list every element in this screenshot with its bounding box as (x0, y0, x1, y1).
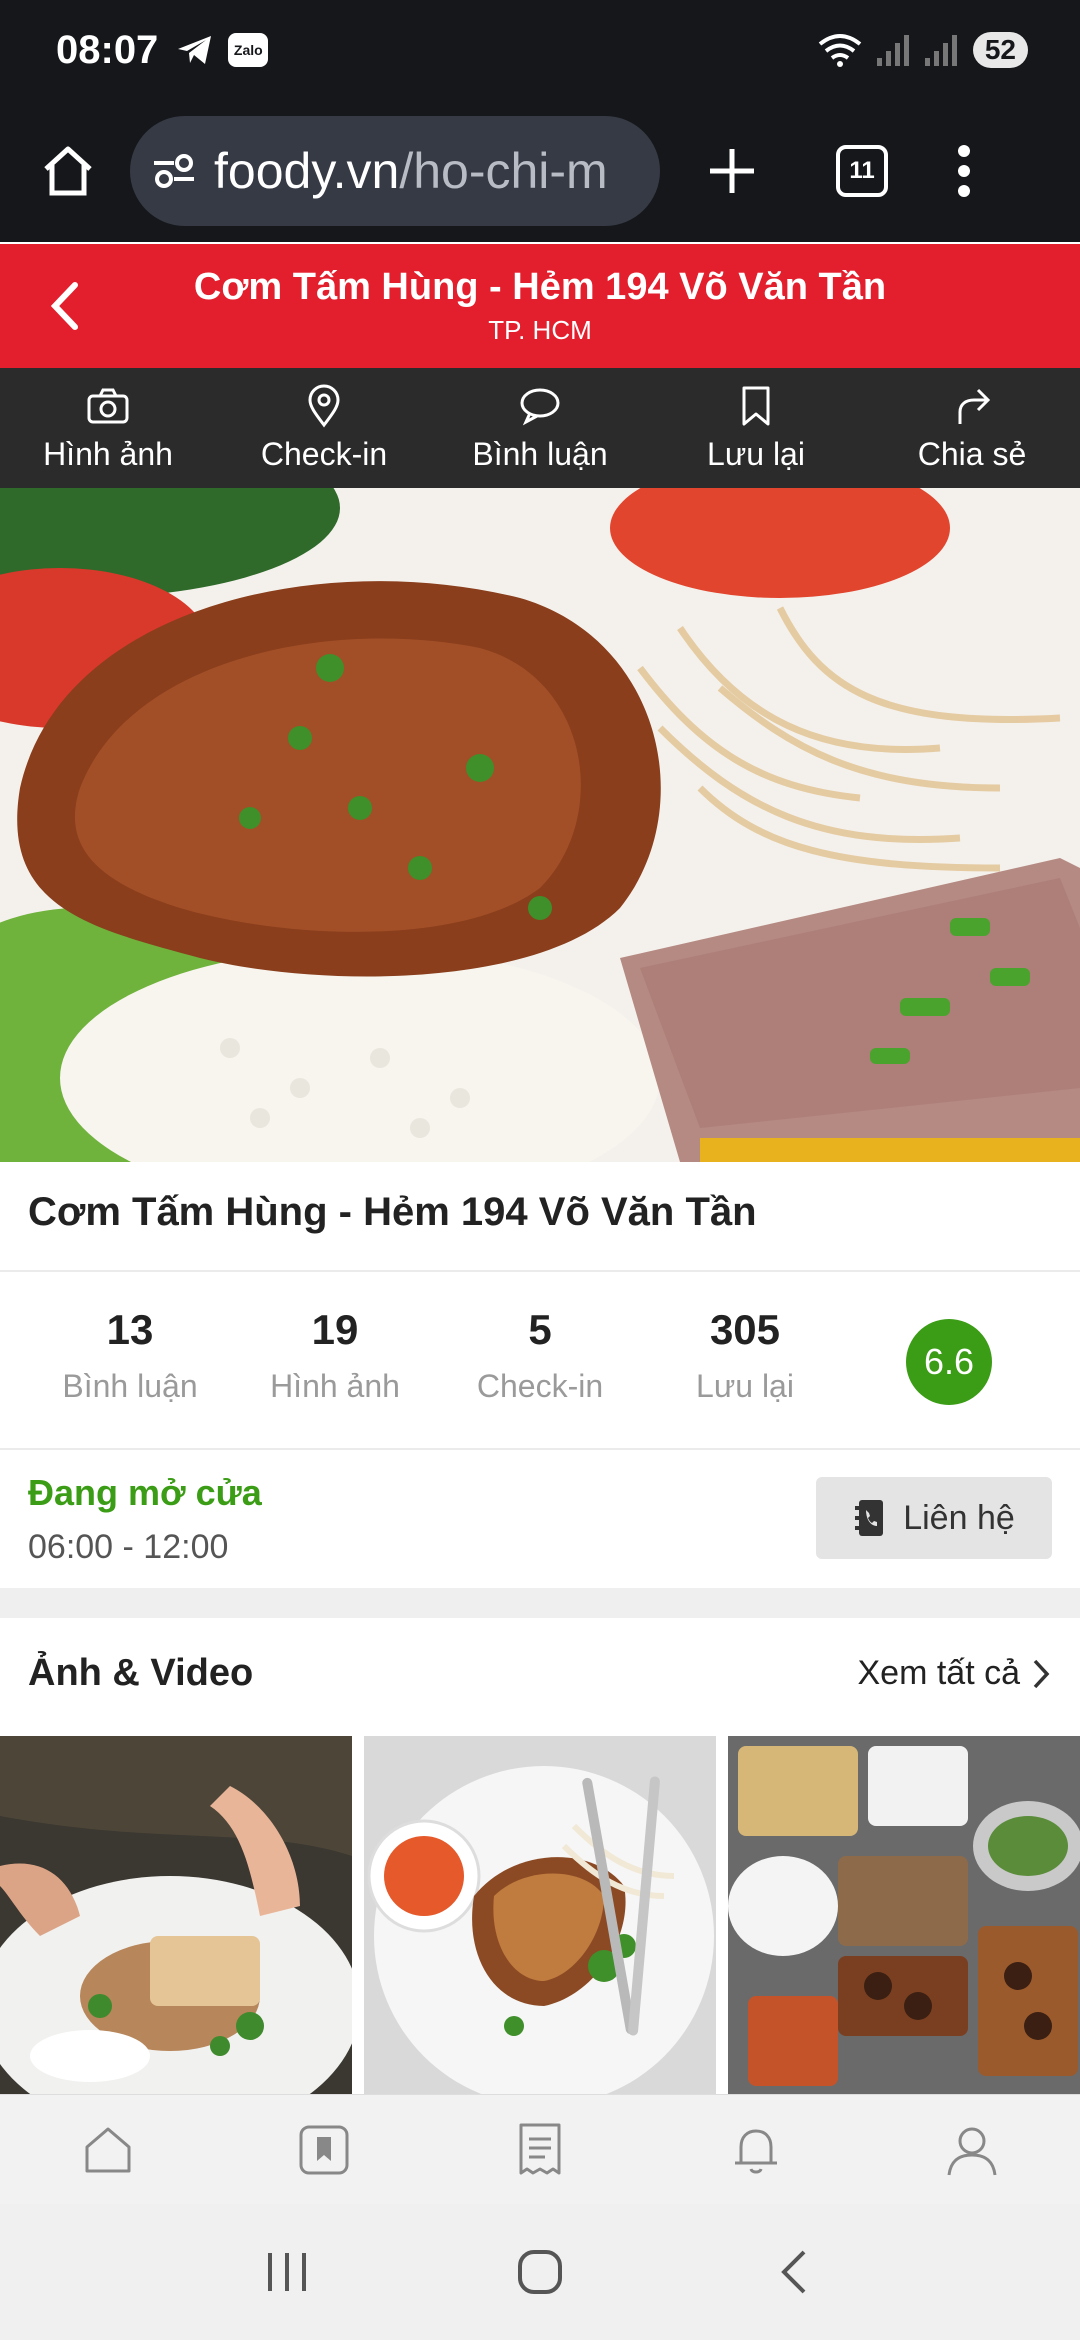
new-tab-button[interactable] (700, 139, 764, 203)
system-home-button[interactable] (510, 2242, 570, 2302)
opening-hours-section: Đang mở cửa 06:00 - 12:00 Liên hệ (0, 1450, 1080, 1588)
food-stall-photo (728, 1736, 1080, 2094)
home-icon (85, 2127, 131, 2172)
see-all-link[interactable]: Xem tất cả (857, 1654, 1050, 1693)
browser-toolbar: foody.vn/ho-chi-m 11 (0, 100, 1080, 242)
share-icon (958, 388, 991, 424)
telegram-icon (178, 36, 212, 64)
stat-label: Check-in (476, 1368, 604, 1404)
recent-apps-button[interactable] (257, 2242, 317, 2302)
contact-button[interactable]: Liên hệ (816, 1477, 1052, 1559)
bookmark-icon (299, 2125, 349, 2174)
signal-icon-2 (924, 35, 957, 66)
bell-icon (735, 2128, 777, 2173)
plus-icon (710, 149, 754, 193)
action-save[interactable]: Lưu lại (648, 368, 864, 488)
stat-label: Lưu lại (696, 1368, 794, 1404)
nav-saved[interactable] (216, 2095, 432, 2204)
system-back-button[interactable] (763, 2242, 823, 2302)
dish-photo-1 (0, 1736, 352, 2094)
site-settings-icon[interactable] (152, 153, 196, 189)
back-chevron-icon (781, 2250, 806, 2294)
tab-switcher-button[interactable]: 11 (836, 145, 888, 197)
bottom-navigation (0, 2094, 1080, 2204)
action-share[interactable]: Chia sẻ (864, 368, 1080, 488)
media-thumbnail-2[interactable] (364, 1736, 716, 2094)
action-label: Hình ảnh (43, 435, 173, 472)
nav-home[interactable] (0, 2095, 216, 2204)
comment-icon (520, 388, 560, 425)
header-title: Cơm Tấm Hùng - Hẻm 194 Võ Văn Tần (193, 266, 887, 308)
dish-photo-2 (364, 1736, 716, 2094)
stat-value: 19 (311, 1306, 359, 1353)
header-subtitle: TP. HCM (488, 315, 592, 345)
stat-label: Bình luận (62, 1368, 198, 1404)
action-comment[interactable]: Bình luận (432, 368, 648, 488)
open-status: Đang mở cửa (28, 1472, 262, 1513)
chevron-left-icon (50, 282, 78, 330)
status-bar: 08:07 Zalo 52 (0, 0, 1080, 100)
list-icon (519, 2123, 561, 2174)
action-bar: Hình ảnh Check-in Bình luận Lưu lại Chia… (0, 368, 1080, 488)
stat-saves[interactable]: 305 Lưu lại (655, 1306, 835, 1405)
media-thumbnail-1[interactable] (0, 1736, 352, 2094)
com-tam-dish-image (0, 488, 1080, 1162)
stats-row: 13 Bình luận 19 Hình ảnh 5 Check-in 305 … (0, 1272, 1080, 1448)
wifi-icon (818, 34, 862, 67)
action-photos[interactable]: Hình ảnh (0, 368, 216, 488)
stat-label: Hình ảnh (270, 1368, 400, 1404)
restaurant-name: Cơm Tấm Hùng - Hẻm 194 Võ Văn Tần (28, 1190, 757, 1234)
see-all-label: Xem tất cả (857, 1654, 1020, 1692)
home-circle-icon (517, 2250, 562, 2294)
chevron-right-icon (1033, 1659, 1050, 1688)
browser-menu-button[interactable] (944, 139, 984, 203)
bookmark-icon (742, 386, 770, 425)
phone-book-icon (855, 1500, 884, 1536)
media-title: Ảnh & Video (28, 1652, 254, 1694)
section-separator (0, 1588, 1080, 1618)
stat-comments[interactable]: 13 Bình luận (40, 1306, 220, 1405)
action-checkin[interactable]: Check-in (216, 368, 432, 488)
stat-value: 13 (106, 1306, 154, 1353)
status-time: 08:07 (56, 27, 159, 72)
back-button[interactable] (40, 278, 88, 334)
media-thumbnails (0, 1736, 1080, 2094)
location-pin-icon (308, 384, 340, 427)
signal-icon (876, 35, 909, 66)
stat-checkins[interactable]: 5 Check-in (450, 1306, 630, 1405)
nav-feed[interactable] (432, 2095, 648, 2204)
url-bar[interactable]: foody.vn/ho-chi-m (130, 116, 660, 226)
recent-apps-icon (267, 2253, 306, 2291)
battery-indicator: 52 (972, 32, 1028, 68)
hero-photo[interactable] (0, 488, 1080, 1162)
rating-score-badge[interactable]: 6.6 (906, 1319, 992, 1405)
open-hours: 06:00 - 12:00 (28, 1528, 229, 1566)
action-label: Check-in (260, 435, 388, 472)
media-thumbnail-3[interactable] (728, 1736, 1080, 2094)
stat-photos[interactable]: 19 Hình ảnh (245, 1306, 425, 1405)
media-section-header: Ảnh & Video Xem tất cả (0, 1618, 1080, 1736)
nav-notifications[interactable] (648, 2095, 864, 2204)
page-header: Cơm Tấm Hùng - Hẻm 194 Võ Văn Tần TP. HC… (0, 244, 1080, 368)
action-label: Chia sẻ (917, 435, 1027, 472)
system-navigation-bar (0, 2204, 1080, 2340)
url-domain: foody.vn (214, 143, 400, 199)
stat-value: 5 (528, 1306, 552, 1353)
action-label: Bình luận (472, 435, 608, 472)
browser-home-button[interactable] (38, 141, 98, 201)
action-label: Lưu lại (707, 435, 805, 472)
stat-value: 305 (709, 1306, 781, 1353)
url-text: foody.vn/ho-chi-m (214, 142, 608, 200)
user-icon (947, 2127, 997, 2175)
home-icon (44, 146, 92, 196)
url-path: /ho-chi-m (399, 143, 608, 199)
camera-icon (87, 388, 129, 423)
zalo-icon: Zalo (228, 33, 269, 67)
nav-profile[interactable] (864, 2095, 1080, 2204)
more-vert-icon (958, 145, 970, 197)
contact-label: Liên hệ (903, 1498, 1015, 1537)
